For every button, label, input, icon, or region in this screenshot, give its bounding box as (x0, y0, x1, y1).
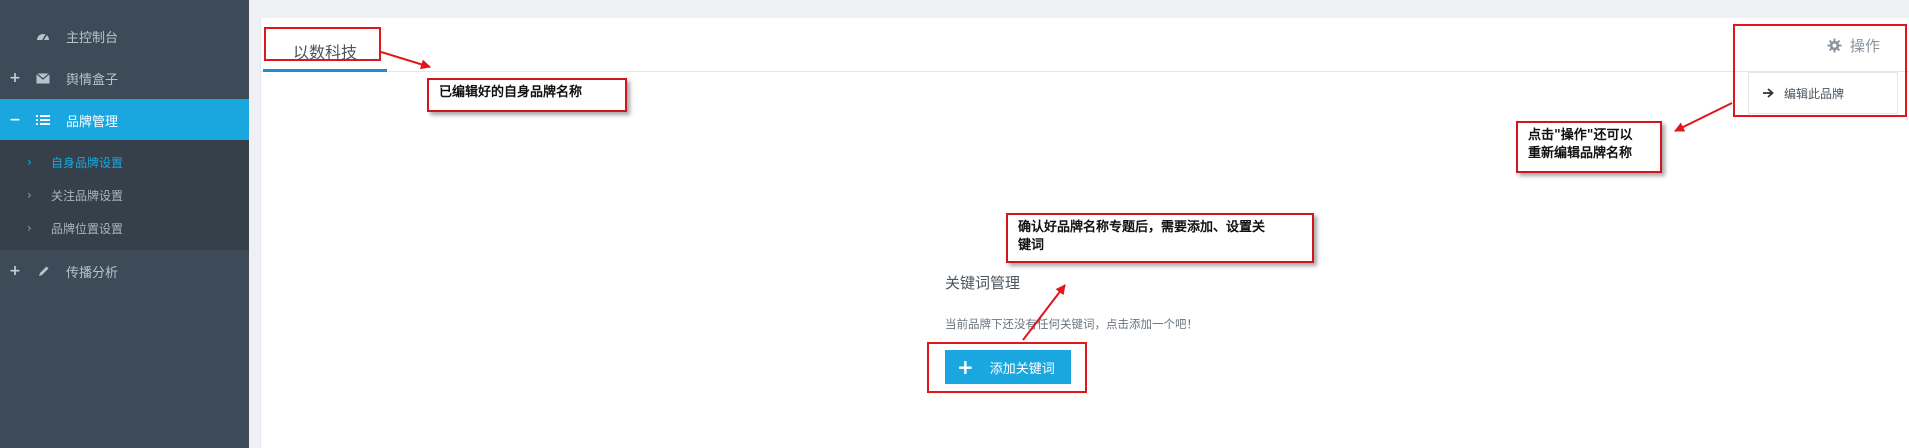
highlight-add-button-box (927, 342, 1087, 393)
annotation-brand-name-text: 已编辑好的自身品牌名称 (439, 85, 583, 100)
sidebar-item-label: 舆情盒子 (66, 72, 119, 88)
sidebar: 主控制台 + 舆情盒子 − 品牌管理 › 自身品牌设置 › 关注品牌设置 › 品… (0, 0, 249, 448)
sidebar-item-propagation-analysis[interactable]: + 传播分析 (0, 250, 249, 292)
annotation-keyword-line1: 确认好品牌名称专题后，需要添加、设置关 (1018, 220, 1266, 235)
annotation-keyword-line2: 键词 (1018, 238, 1045, 253)
sidebar-item-label: 传播分析 (66, 265, 119, 281)
annotation-ops-line2: 重新编辑品牌名称 (1528, 146, 1633, 161)
sidebar-subitem-label: 品牌位置设置 (51, 221, 124, 236)
sidebar-subitem-label: 关注品牌设置 (51, 188, 124, 203)
list-icon (34, 114, 52, 126)
highlight-operations-box (1733, 24, 1907, 117)
expand-plus-icon[interactable]: + (8, 70, 22, 86)
sidebar-subitem-own-brand[interactable]: › 自身品牌设置 (0, 146, 249, 178)
pencil-icon (34, 265, 52, 278)
chevron-right-icon: › (27, 155, 32, 169)
chevron-right-icon: › (27, 221, 32, 235)
sidebar-subitem-followed-brands[interactable]: › 关注品牌设置 (0, 179, 249, 211)
annotation-brand-name: 已编辑好的自身品牌名称 (427, 78, 627, 112)
chevron-right-icon: › (27, 188, 32, 202)
annotation-keyword-hint: 确认好品牌名称专题后，需要添加、设置关 键词 (1006, 213, 1314, 263)
sidebar-subitem-label: 自身品牌设置 (51, 155, 124, 170)
annotation-ops-line1: 点击"操作"还可以 (1528, 128, 1633, 143)
sidebar-item-sentiment-box[interactable]: + 舆情盒子 (0, 57, 249, 99)
sidebar-item-label: 品牌管理 (66, 114, 119, 130)
sidebar-item-brand-management[interactable]: − 品牌管理 (0, 99, 249, 141)
dashboard-icon (34, 30, 52, 42)
highlight-tab-box (264, 27, 381, 61)
collapse-minus-icon[interactable]: − (8, 112, 22, 128)
sidebar-subitem-brand-position[interactable]: › 品牌位置设置 (0, 212, 249, 244)
keywords-section-title: 关键词管理 (945, 274, 1021, 292)
annotation-operations-hint: 点击"操作"还可以 重新编辑品牌名称 (1516, 121, 1662, 173)
envelope-icon (34, 72, 52, 84)
keywords-empty-message: 当前品牌下还没有任何关键词，点击添加一个吧！ (945, 317, 1198, 331)
brand-submenu: › 自身品牌设置 › 关注品牌设置 › 品牌位置设置 (0, 140, 249, 250)
tab-bar: 以数科技 操作 (261, 18, 1909, 72)
sidebar-item-label: 主控制台 (66, 30, 119, 46)
expand-plus-icon[interactable]: + (8, 263, 22, 279)
sidebar-item-dashboard[interactable]: 主控制台 (0, 15, 249, 57)
